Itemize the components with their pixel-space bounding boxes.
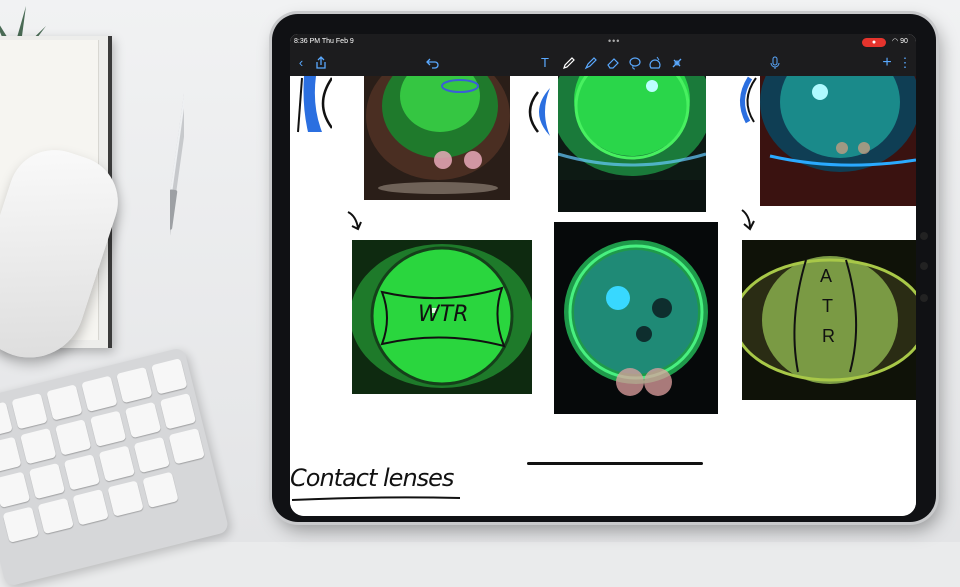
fluorescein-image[interactable] [558, 76, 706, 212]
side-button [920, 262, 928, 270]
keyboard-decoration [0, 347, 230, 587]
home-indicator[interactable] [527, 462, 703, 465]
battery-level: 90 [900, 38, 908, 45]
highlighter-icon[interactable] [582, 54, 600, 72]
multitask-dots[interactable]: ••• [608, 36, 620, 46]
chevron-left-icon[interactable]: ‹ [292, 54, 310, 72]
status-time: 8:36 PM Thu Feb 9 [294, 38, 354, 45]
lens-sketch-mark [297, 76, 332, 133]
wtr-fit-image[interactable]: WTR [352, 240, 532, 394]
laser-icon[interactable] [668, 54, 686, 72]
fluorescein-image[interactable] [364, 76, 510, 200]
shapes-icon[interactable] [646, 54, 664, 72]
microphone-icon[interactable] [766, 54, 784, 72]
wifi-battery-status: ◠ 90 [892, 37, 908, 45]
camera-dot [920, 232, 928, 240]
ipad-device: 8:36 PM Thu Feb 9 ••• ● ◠ 90 ‹ T + ⋮ WTR… [272, 14, 936, 522]
atr-fit-image[interactable]: A T R [742, 240, 916, 400]
atr-label-t: T [822, 296, 833, 316]
eraser-icon[interactable] [604, 54, 622, 72]
status-bar: 8:36 PM Thu Feb 9 ••• ● ◠ 90 [290, 34, 916, 52]
fluorescein-image[interactable] [554, 222, 718, 414]
lasso-icon[interactable] [626, 54, 644, 72]
share-icon[interactable] [312, 54, 330, 72]
pen-decoration [170, 38, 184, 238]
fluorescein-image[interactable] [760, 76, 916, 206]
lens-sketch-mark [528, 88, 550, 136]
screen-record-indicator[interactable]: ● [862, 38, 886, 47]
handwritten-heading: Contact lenses [290, 464, 454, 492]
app-screen: 8:36 PM Thu Feb 9 ••• ● ◠ 90 ‹ T + ⋮ WTR… [290, 34, 916, 516]
arrow-down-icon [347, 211, 362, 231]
pen-icon[interactable] [560, 54, 578, 72]
atr-label-r: R [822, 326, 835, 346]
more-menu-button[interactable]: ⋮ [896, 54, 914, 72]
arrow-down-icon [741, 209, 755, 231]
add-page-button[interactable]: + [878, 54, 896, 72]
text-tool-button[interactable]: T [536, 54, 554, 72]
wifi-icon: ◠ [892, 38, 899, 45]
side-button [920, 294, 928, 302]
heading-underline [291, 496, 461, 501]
undo-icon[interactable] [424, 54, 442, 72]
wtr-label: WTR [418, 302, 469, 327]
atr-label-a: A [820, 266, 833, 286]
notes-toolbar: ‹ T + ⋮ [290, 52, 916, 76]
note-canvas[interactable]: WTR A T R Contact lenses [290, 76, 916, 516]
